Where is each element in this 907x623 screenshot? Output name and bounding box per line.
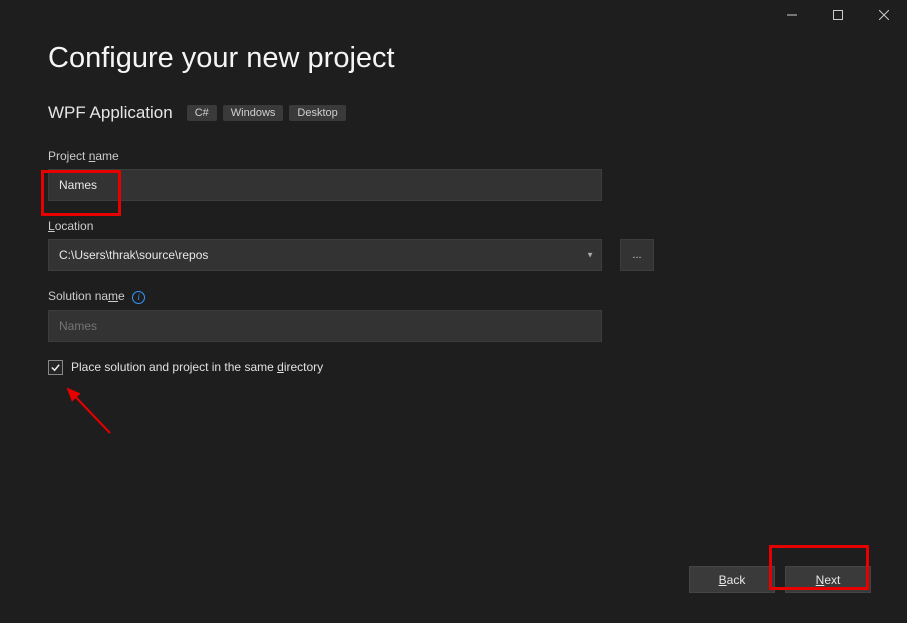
info-icon[interactable]: i xyxy=(132,291,145,304)
window-titlebar xyxy=(0,0,907,30)
project-name-group: Project name xyxy=(48,149,859,201)
annotation-arrow xyxy=(62,385,122,440)
template-name: WPF Application xyxy=(48,103,173,123)
same-directory-label: Place solution and project in the same d… xyxy=(71,360,323,374)
browse-button[interactable]: ... xyxy=(620,239,654,271)
location-label: Location xyxy=(48,219,859,233)
tag-desktop: Desktop xyxy=(289,105,345,121)
wizard-content: Configure your new project WPF Applicati… xyxy=(0,30,907,375)
tag-windows: Windows xyxy=(223,105,284,121)
template-header: WPF Application C# Windows Desktop xyxy=(48,103,859,123)
maximize-button[interactable] xyxy=(815,0,861,30)
same-directory-checkbox[interactable] xyxy=(48,360,63,375)
location-group: Location ▼ ... xyxy=(48,219,859,271)
solution-name-group: Solution name i xyxy=(48,289,859,342)
project-name-input[interactable] xyxy=(48,169,602,201)
location-combo[interactable]: ▼ xyxy=(48,239,602,271)
location-input[interactable] xyxy=(48,239,602,271)
solution-name-input xyxy=(48,310,602,342)
solution-name-label: Solution name i xyxy=(48,289,859,304)
page-title: Configure your new project xyxy=(48,42,859,75)
template-tags: C# Windows Desktop xyxy=(187,105,346,121)
close-button[interactable] xyxy=(861,0,907,30)
same-directory-row[interactable]: Place solution and project in the same d… xyxy=(48,360,859,375)
wizard-footer: Back Next xyxy=(689,566,871,593)
tag-csharp: C# xyxy=(187,105,217,121)
next-button[interactable]: Next xyxy=(785,566,871,593)
minimize-button[interactable] xyxy=(769,0,815,30)
back-button[interactable]: Back xyxy=(689,566,775,593)
project-name-label: Project name xyxy=(48,149,859,163)
